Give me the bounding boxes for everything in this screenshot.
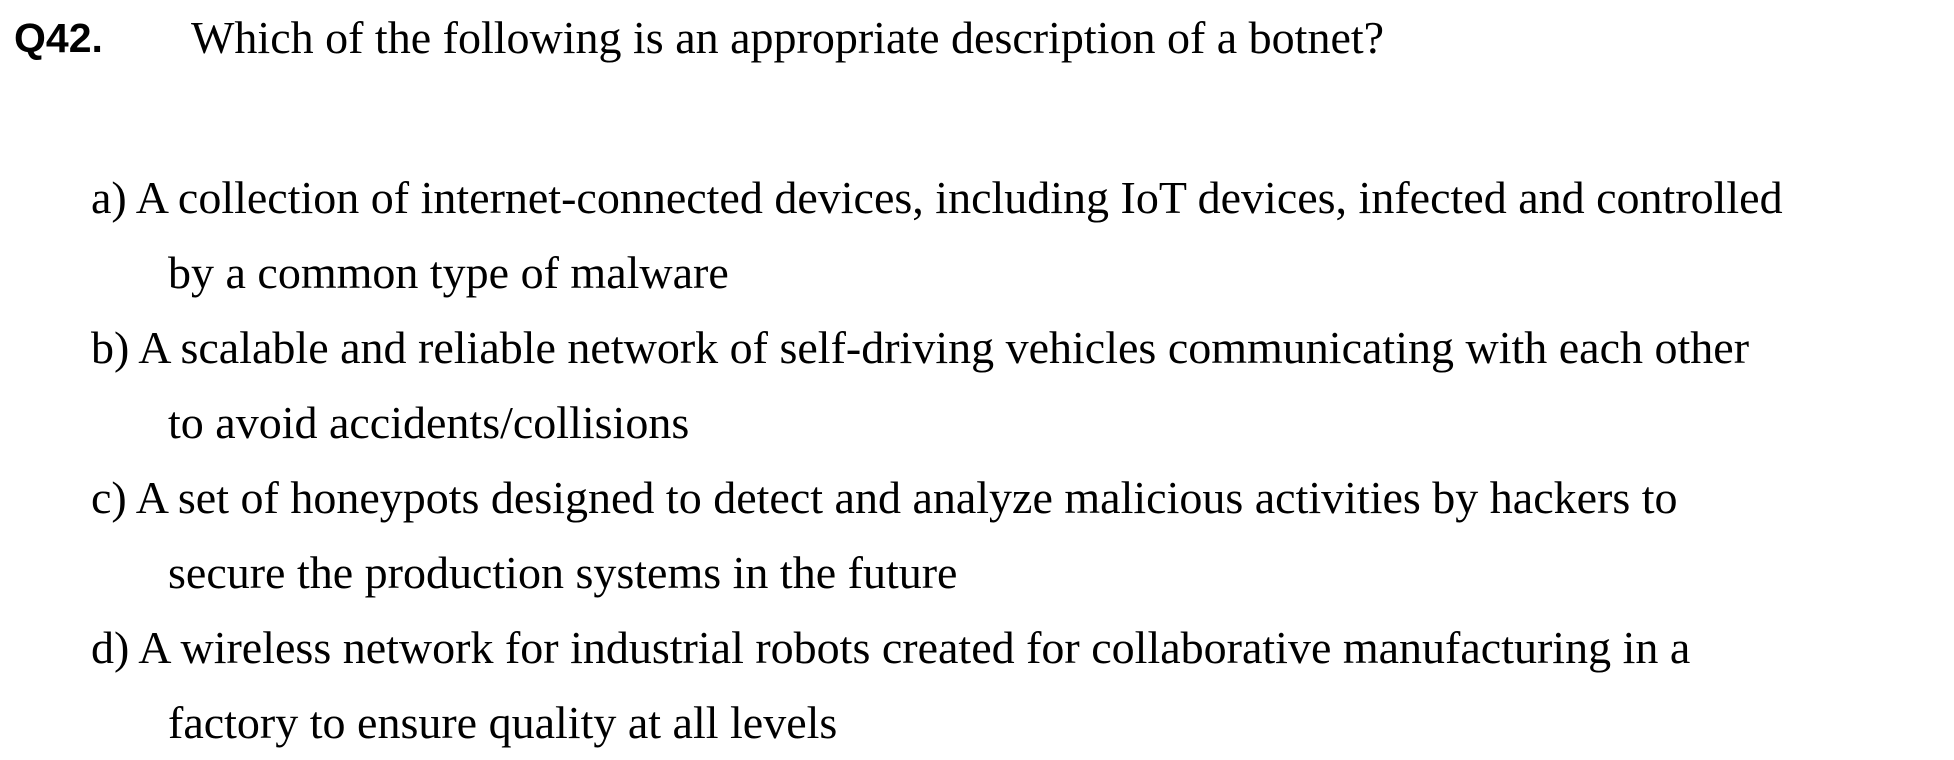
option-b: b) A scalable and reliable network of se… (91, 310, 1946, 460)
question-number: Q42. (14, 15, 103, 61)
option-text-line-1: A wireless network for industrial robots… (138, 622, 1691, 673)
option-letter: c) (91, 472, 127, 523)
option-c: c) A set of honeypots designed to detect… (91, 460, 1946, 610)
option-text-line-2: factory to ensure quality at all levels (168, 697, 838, 748)
option-text-line-2: to avoid accidents/collisions (168, 397, 690, 448)
question-text: Which of the following is an appropriate… (191, 12, 1385, 63)
option-text-line-1: A collection of internet-connected devic… (135, 172, 1783, 223)
option-text-line-2: by a common type of malware (168, 247, 729, 298)
option-letter: a) (91, 172, 127, 223)
answer-options: a) A collection of internet-connected de… (91, 160, 1946, 760)
option-letter: d) (91, 622, 130, 673)
option-a: a) A collection of internet-connected de… (91, 160, 1946, 310)
option-d: d) A wireless network for industrial rob… (91, 610, 1946, 760)
option-letter: b) (91, 322, 130, 373)
option-text-line-1: A scalable and reliable network of self-… (138, 322, 1750, 373)
option-text-line-2: secure the production systems in the fut… (168, 547, 958, 598)
option-text-line-1: A set of honeypots designed to detect an… (135, 472, 1678, 523)
